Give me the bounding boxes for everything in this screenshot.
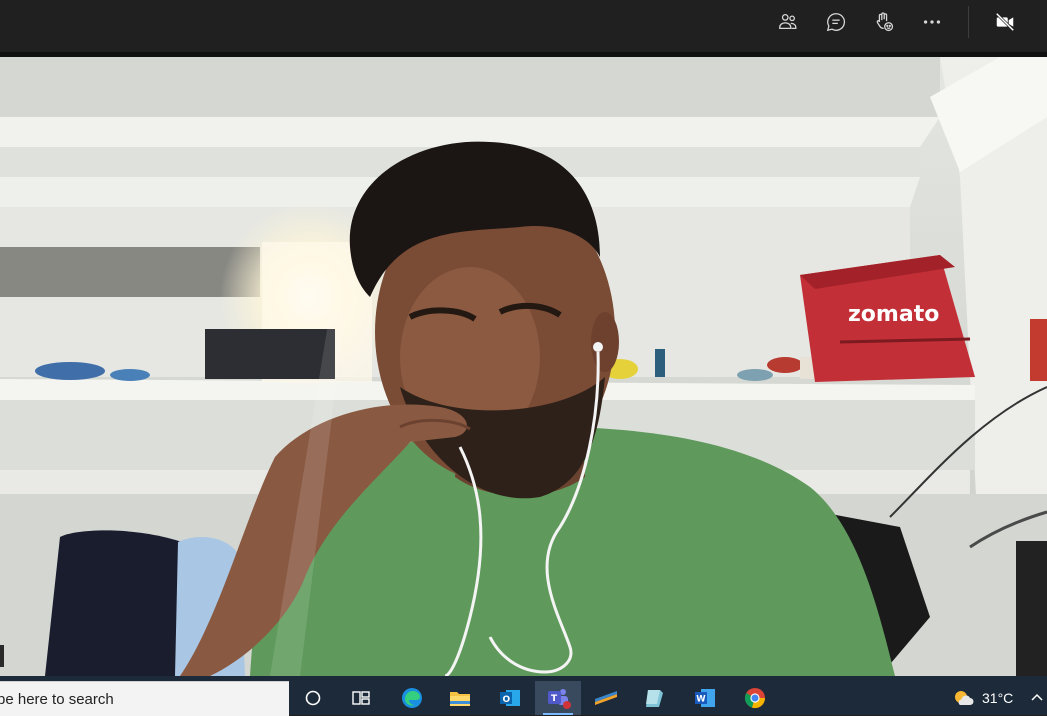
word-icon[interactable]: W — [682, 681, 728, 715]
app-icon[interactable] — [583, 681, 629, 715]
toolbar-divider — [968, 6, 969, 38]
search-placeholder: pe here to search — [0, 690, 114, 708]
chevron-up-icon[interactable] — [1028, 689, 1046, 707]
chat-icon[interactable] — [820, 8, 852, 36]
more-options-icon[interactable] — [916, 8, 948, 36]
file-explorer-icon[interactable] — [437, 681, 483, 715]
outlook-icon[interactable]: O — [487, 681, 533, 715]
participants-icon[interactable] — [772, 8, 804, 36]
svg-text:W: W — [696, 695, 706, 705]
weather-temperature: 31°C — [982, 690, 1014, 706]
teams-icon[interactable]: T — [535, 681, 581, 715]
chrome-icon[interactable] — [732, 681, 778, 715]
sidebar-edge — [1016, 541, 1047, 676]
task-view-icon[interactable] — [338, 681, 384, 715]
video-feed: zomato — [0, 57, 1047, 676]
edge-icon[interactable] — [389, 681, 435, 715]
cortana-icon[interactable] — [290, 681, 336, 715]
svg-text:T: T — [551, 694, 558, 704]
bag-logo-text: zomato — [848, 302, 939, 327]
notes-icon[interactable] — [632, 681, 678, 715]
taskbar-search-box[interactable]: pe here to search — [0, 681, 289, 716]
sun-cloud-icon — [955, 691, 974, 705]
weather-widget[interactable]: 31°C — [952, 681, 1013, 715]
meeting-toolbar — [0, 0, 1047, 52]
svg-text:O: O — [503, 695, 511, 705]
left-edge-tab — [0, 645, 4, 667]
camera-off-icon[interactable] — [989, 8, 1021, 36]
reactions-icon[interactable] — [868, 8, 900, 36]
webcam-scene: zomato — [0, 57, 1047, 676]
